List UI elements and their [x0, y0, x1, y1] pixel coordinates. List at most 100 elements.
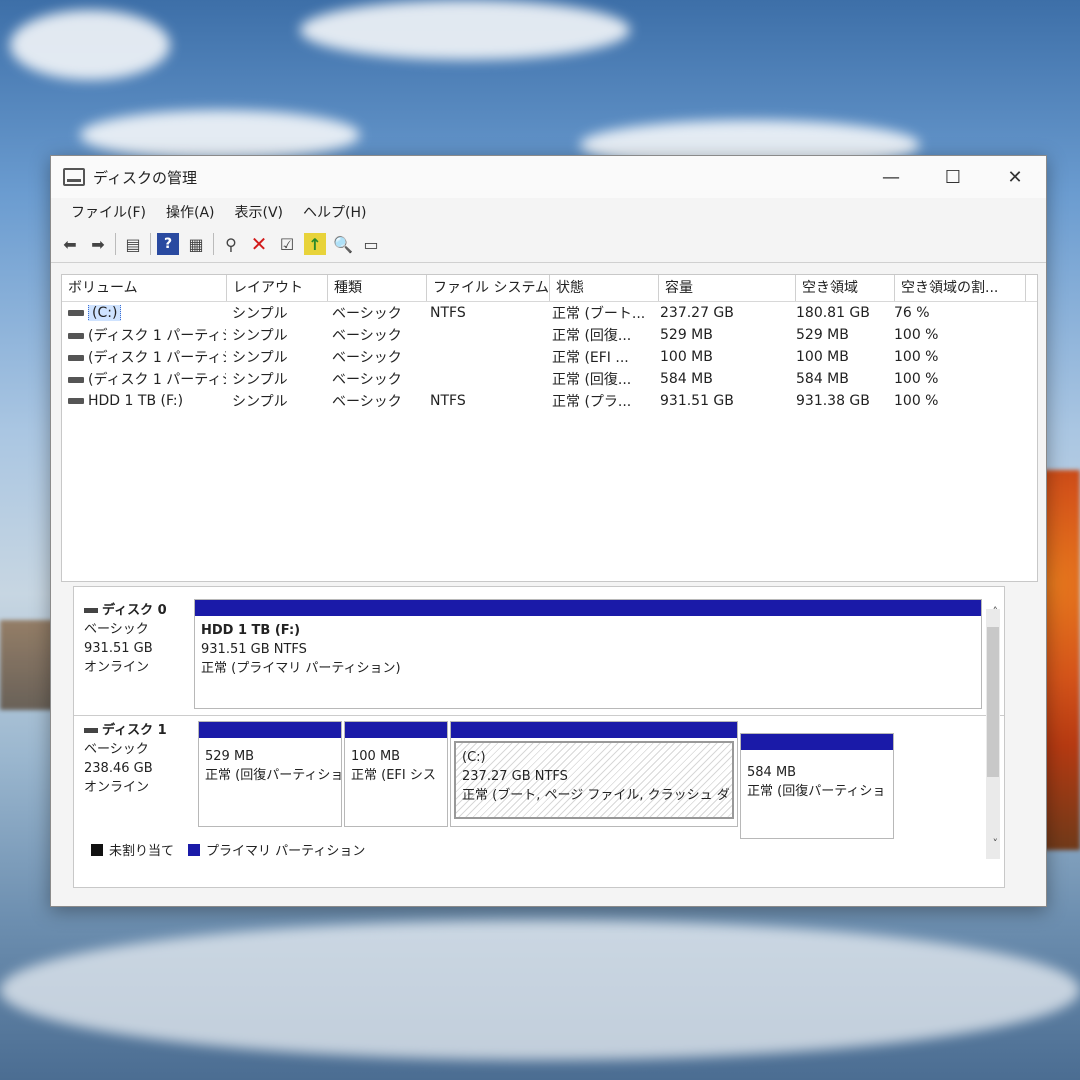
forward-arrow-icon[interactable]: ➡	[87, 233, 109, 255]
menu-help[interactable]: ヘルプ(H)	[293, 202, 376, 222]
disk1-info[interactable]: ディスク 1 ベーシック 238.46 GB オンライン	[84, 721, 184, 797]
partition-status: 正常 (回復パーティショ	[205, 768, 341, 783]
table-row[interactable]: (ディスク 1 パーティシ... シンプル ベーシック 正常 (回復... 52…	[62, 324, 1037, 346]
wallpaper-cloud	[10, 10, 170, 80]
disk-management-window: ディスクの管理 — ☐ ✕ ファイル(F) 操作(A) 表示(V) ヘルプ(H)…	[50, 155, 1047, 907]
wallpaper-cloud	[0, 920, 1080, 1060]
column-header-layout[interactable]: レイアウト	[227, 275, 328, 301]
column-header-volume[interactable]: ボリューム	[62, 275, 227, 301]
volume-icon	[68, 377, 84, 383]
column-header-free-space[interactable]: 空き領域	[796, 275, 895, 301]
volume-type: ベーシック	[332, 372, 402, 388]
volume-type: ベーシック	[332, 394, 402, 410]
table-row[interactable]: (ディスク 1 パーティシ... シンプル ベーシック 正常 (EFI ... …	[62, 346, 1037, 368]
partition-status: 正常 (回復パーティショ	[747, 784, 886, 799]
volume-status: 正常 (回復...	[552, 372, 632, 388]
primary-partition-bar	[195, 600, 981, 616]
column-header-percent-free[interactable]: 空き領域の割...	[895, 275, 1026, 301]
menu-file[interactable]: ファイル(F)	[61, 202, 156, 222]
table-row[interactable]: (ディスク 1 パーティシ... シンプル ベーシック 正常 (回復... 58…	[62, 368, 1037, 390]
volume-capacity: 584 MB	[660, 371, 713, 387]
partition-status: 正常 (プライマリ パーティション)	[201, 661, 401, 676]
disk0-state: オンライン	[84, 660, 150, 675]
volume-layout: シンプル	[232, 306, 288, 322]
volume-list: ボリューム レイアウト 種類 ファイル システム 状態 容量 空き領域 空き領域…	[61, 274, 1038, 582]
volume-type: ベーシック	[332, 328, 402, 344]
primary-partition-bar	[451, 722, 737, 738]
volume-icon	[68, 310, 84, 316]
vertical-scrollbar[interactable]	[986, 609, 1000, 859]
volume-icon	[68, 355, 84, 361]
volume-layout: シンプル	[232, 328, 288, 344]
volume-filesystem: NTFS	[430, 393, 466, 409]
help-icon[interactable]: ?	[157, 233, 179, 255]
menu-action[interactable]: 操作(A)	[156, 202, 225, 222]
volume-free: 584 MB	[796, 371, 849, 387]
wallpaper-cloud	[300, 0, 630, 60]
volume-free: 931.38 GB	[796, 393, 870, 409]
legend-unallocated: 未割り当て	[109, 844, 175, 859]
partition-status: 正常 (ブート, ページ ファイル, クラッシュ ダンプ, ベ	[462, 788, 732, 803]
minimize-button[interactable]: —	[860, 156, 922, 198]
volume-capacity: 237.27 GB	[660, 305, 734, 321]
properties-icon[interactable]: ▦	[185, 233, 207, 255]
toolbar-separator	[213, 233, 214, 255]
scroll-down-icon[interactable]: ˅	[993, 837, 999, 850]
column-header-status[interactable]: 状態	[550, 275, 659, 301]
column-header-filesystem[interactable]: ファイル システム	[427, 275, 550, 301]
volume-percent-free: 100 %	[894, 371, 939, 387]
toolbar-separator	[115, 233, 116, 255]
delete-icon[interactable]: ✕	[248, 232, 270, 256]
volume-type: ベーシック	[332, 306, 402, 322]
close-button[interactable]: ✕	[984, 156, 1046, 198]
back-arrow-icon[interactable]: ⬅	[59, 233, 81, 255]
partition-status: 正常 (EFI シス	[351, 768, 436, 783]
partition-c[interactable]: (C:) 237.27 GB NTFS 正常 (ブート, ページ ファイル, ク…	[450, 721, 738, 827]
volume-status: 正常 (EFI ...	[552, 350, 629, 366]
table-row[interactable]: HDD 1 TB (F:) シンプル ベーシック NTFS 正常 (プラ... …	[62, 390, 1037, 412]
wallpaper-cloud	[80, 110, 360, 160]
search-icon[interactable]: 🔍	[332, 233, 354, 255]
volume-layout: シンプル	[232, 394, 288, 410]
volume-status: 正常 (ブート...	[552, 306, 646, 322]
upload-icon[interactable]: ↑	[304, 233, 326, 255]
console-tree-icon[interactable]: ▤	[122, 233, 144, 255]
volume-name: (ディスク 1 パーティシ...	[88, 372, 226, 388]
volume-icon	[68, 333, 84, 339]
volume-capacity: 100 MB	[660, 349, 713, 365]
partition-recovery-1[interactable]: 529 MB 正常 (回復パーティショ	[198, 721, 342, 827]
partition-size: 529 MB	[205, 749, 255, 764]
volume-status: 正常 (回復...	[552, 328, 632, 344]
connect-icon[interactable]: ⚲	[220, 233, 242, 255]
scrollbar-thumb[interactable]	[987, 627, 999, 777]
table-row[interactable]: (C:) シンプル ベーシック NTFS 正常 (ブート... 237.27 G…	[62, 302, 1037, 324]
disk1-kind: ベーシック	[84, 742, 149, 757]
settings-icon[interactable]: ▭	[360, 233, 382, 255]
partition-recovery-2[interactable]: 584 MB 正常 (回復パーティショ	[740, 733, 894, 839]
disk1-name: ディスク 1	[102, 723, 167, 738]
column-header-type[interactable]: 種類	[328, 275, 427, 301]
volume-capacity: 931.51 GB	[660, 393, 734, 409]
partition-label: HDD 1 TB (F:)	[201, 623, 301, 638]
partition-size: 584 MB	[747, 765, 797, 780]
maximize-button[interactable]: ☐	[922, 156, 984, 198]
disk0-kind: ベーシック	[84, 622, 149, 637]
volume-icon	[68, 398, 84, 404]
volume-percent-free: 100 %	[894, 349, 939, 365]
disk-icon	[84, 608, 98, 613]
volume-free: 529 MB	[796, 327, 849, 343]
partition-label: (C:)	[462, 750, 486, 765]
disk0-info[interactable]: ディスク 0 ベーシック 931.51 GB オンライン	[84, 601, 184, 677]
column-header-capacity[interactable]: 容量	[659, 275, 796, 301]
volume-capacity: 529 MB	[660, 327, 713, 343]
primary-partition-bar	[741, 734, 893, 750]
check-icon[interactable]: ☑	[276, 233, 298, 255]
partition-efi[interactable]: 100 MB 正常 (EFI シス	[344, 721, 448, 827]
volume-layout: シンプル	[232, 350, 288, 366]
partition-size: 100 MB	[351, 749, 401, 764]
partition-hdd-f[interactable]: HDD 1 TB (F:) 931.51 GB NTFS 正常 (プライマリ パ…	[194, 599, 982, 709]
disk0-name: ディスク 0	[102, 603, 167, 618]
volume-filesystem: NTFS	[430, 305, 466, 321]
volume-free: 100 MB	[796, 349, 849, 365]
menu-view[interactable]: 表示(V)	[225, 202, 294, 222]
